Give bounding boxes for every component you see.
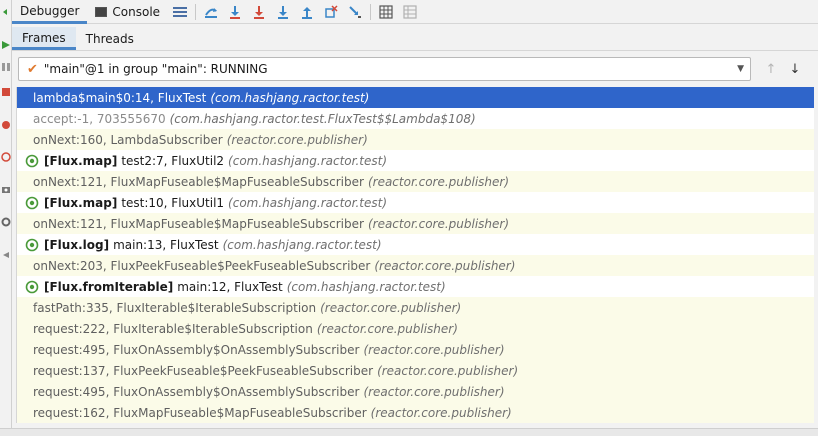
frame-package: (reactor.core.publisher) xyxy=(363,342,505,357)
frame-package: (reactor.core.publisher) xyxy=(377,363,519,378)
drop-frame-icon[interactable] xyxy=(319,0,343,24)
tab-debugger[interactable]: Debugger xyxy=(12,0,88,24)
frame-method: onNext:160, LambdaSubscriber xyxy=(33,132,223,147)
frame-row[interactable]: onNext:121, FluxMapFuseable$MapFuseableS… xyxy=(17,171,814,192)
frame-method: onNext:203, FluxPeekFuseable$PeekFuseabl… xyxy=(33,258,371,273)
frame-method: onNext:121, FluxMapFuseable$MapFuseableS… xyxy=(33,174,364,189)
show-execution-point-icon[interactable] xyxy=(199,0,223,24)
frame-operator-tag: [Flux.map] xyxy=(44,153,118,168)
rerun-icon[interactable] xyxy=(0,5,12,19)
frame-operator-tag: [Flux.map] xyxy=(44,195,118,210)
step-over-icon[interactable] xyxy=(223,0,247,24)
frame-method: main:13, FluxTest xyxy=(113,237,219,252)
toolbar-separator xyxy=(195,3,197,20)
step-into-icon[interactable] xyxy=(247,0,271,24)
frame-method: fastPath:335, FluxIterable$IterableSubsc… xyxy=(33,300,317,315)
frame-row[interactable]: lambda$main$0:14, FluxTest (com.hashjang.… xyxy=(17,87,814,108)
frame-method: main:12, FluxTest xyxy=(177,279,283,294)
frame-package: (reactor.core.publisher) xyxy=(363,384,505,399)
pin-icon[interactable] xyxy=(0,248,12,262)
run-to-cursor-icon[interactable] xyxy=(343,0,367,24)
toolbar-separator xyxy=(370,3,372,20)
resume-icon[interactable] xyxy=(0,38,12,52)
tool-window-bar xyxy=(0,428,818,436)
left-gutter xyxy=(0,0,12,428)
frame-method: request:137, FluxPeekFuseable$PeekFuseab… xyxy=(33,363,374,378)
frame-package: (com.hashjang.ractor.test) xyxy=(222,237,382,252)
frame-row[interactable]: request:162, FluxMapFuseable$MapFuseable… xyxy=(17,402,814,423)
view-breakpoints-icon[interactable] xyxy=(0,118,12,132)
frame-row[interactable]: onNext:160, LambdaSubscriber (reactor.cor… xyxy=(17,129,814,150)
frame-operator-tag: [Flux.fromIterable] xyxy=(44,279,174,294)
reactor-stream-icon xyxy=(25,238,39,252)
frames-list: lambda$main$0:14, FluxTest (com.hashjang.… xyxy=(16,87,814,423)
step-out-icon[interactable] xyxy=(295,0,319,24)
frame-row[interactable]: onNext:121, FluxMapFuseable$MapFuseableS… xyxy=(17,213,814,234)
frame-row[interactable]: request:137, FluxPeekFuseable$PeekFuseab… xyxy=(17,360,814,381)
arrow-up-icon[interactable]: ↑ xyxy=(759,57,783,81)
tab-console[interactable]: Console xyxy=(87,0,168,24)
frame-method: test2:7, FluxUtil2 xyxy=(121,153,225,168)
arrow-down-icon[interactable]: ↓ xyxy=(783,57,807,81)
reactor-stream-icon xyxy=(25,196,39,210)
evaluate-icon[interactable] xyxy=(374,0,398,24)
frame-package: (reactor.core.publisher) xyxy=(226,132,368,147)
frame-row[interactable]: request:495, FluxOnAssembly$OnAssemblySu… xyxy=(17,381,814,402)
frame-row[interactable]: [Flux.map] test2:7, FluxUtil2 (com.hashjan… xyxy=(17,150,814,171)
frame-package: (reactor.core.publisher) xyxy=(367,216,510,231)
frame-package: (com.hashjang.ractor.test) xyxy=(210,90,370,105)
frame-row[interactable]: request:495, FluxOnAssembly$OnAssemblySu… xyxy=(17,339,814,360)
tab-debugger-label: Debugger xyxy=(20,4,80,18)
frame-row[interactable]: [Flux.fromIterable] main:12, FluxTest (com… xyxy=(17,276,814,297)
frame-row[interactable]: fastPath:335, FluxIterable$IterableSubsc… xyxy=(17,297,814,318)
thread-dropdown[interactable]: ✔ "main"@1 in group "main": RUNNING ▼ xyxy=(18,57,751,81)
frame-row[interactable]: accept:-1, 703555670 (com.hashjang.ractor… xyxy=(17,108,814,129)
frame-row[interactable]: request:222, FluxIterable$IterableSubscr… xyxy=(17,318,814,339)
reactor-stream-icon xyxy=(25,154,39,168)
frame-package: (com.hashjang.ractor.test) xyxy=(228,153,388,168)
stop-icon[interactable] xyxy=(0,85,12,99)
frame-method: request:495, FluxOnAssembly$OnAssemblySu… xyxy=(33,342,360,357)
frame-method: request:162, FluxMapFuseable$MapFuseable… xyxy=(33,405,367,420)
frame-package: (com.hashjang.ractor.test) xyxy=(228,195,388,210)
thread-label: "main"@1 in group "main": RUNNING xyxy=(43,62,268,76)
frame-method: request:222, FluxIterable$IterableSubscr… xyxy=(33,321,313,336)
debugger-toolbar: Debugger Console xyxy=(12,0,818,24)
check-icon: ✔ xyxy=(27,61,38,77)
menu-icon[interactable] xyxy=(168,0,192,24)
tab-console-label: Console xyxy=(112,4,161,19)
frame-method: request:495, FluxOnAssembly$OnAssemblySu… xyxy=(33,384,360,399)
frame-method: onNext:121, FluxMapFuseable$MapFuseableS… xyxy=(33,216,364,231)
frame-method: lambda$main$0:14, FluxTest xyxy=(33,90,207,105)
tab-threads-label: Threads xyxy=(85,31,134,46)
camera-icon[interactable] xyxy=(0,182,12,196)
frame-method: test:10, FluxUtil1 xyxy=(121,195,225,210)
frame-package: (reactor.core.publisher) xyxy=(374,258,516,273)
tab-frames[interactable]: Frames xyxy=(12,27,76,50)
frame-method: accept:-1, 703555670 xyxy=(33,111,166,126)
settings-icon[interactable] xyxy=(0,215,12,229)
frame-package: (com.hashjang.ractor.test.FluxTest$$Lamb… xyxy=(169,111,476,126)
console-icon xyxy=(95,6,108,17)
frame-operator-tag: [Flux.log] xyxy=(44,237,110,252)
frame-package: (com.hashjang.ractor.test) xyxy=(286,279,446,294)
tab-threads[interactable]: Threads xyxy=(76,27,144,50)
frames-threads-tabs: Frames Threads xyxy=(12,27,818,51)
frame-row[interactable]: [Flux.log] main:13, FluxTest (com.hashjang… xyxy=(17,234,814,255)
reactor-stream-icon xyxy=(25,280,39,294)
frame-package: (reactor.core.publisher) xyxy=(367,174,510,189)
chevron-down-icon: ▼ xyxy=(737,64,744,74)
trace-icon[interactable] xyxy=(398,0,422,24)
force-step-into-icon[interactable] xyxy=(271,0,295,24)
mute-breakpoints-icon[interactable] xyxy=(0,150,12,164)
pause-icon[interactable] xyxy=(0,60,12,74)
frame-package: (reactor.core.publisher) xyxy=(370,405,512,420)
frame-row[interactable]: [Flux.map] test:10, FluxUtil1 (com.hashjan… xyxy=(17,192,814,213)
thread-selector-row: ✔ "main"@1 in group "main": RUNNING ▼ ↑ … xyxy=(12,54,818,84)
frame-package: (reactor.core.publisher) xyxy=(320,300,462,315)
frame-package: (reactor.core.publisher) xyxy=(316,321,458,336)
debugger-window: Debugger Console Frames Threads ✔ "main"… xyxy=(0,0,818,436)
frame-row[interactable]: onNext:203, FluxPeekFuseable$PeekFuseabl… xyxy=(17,255,814,276)
tab-frames-label: Frames xyxy=(22,31,66,45)
